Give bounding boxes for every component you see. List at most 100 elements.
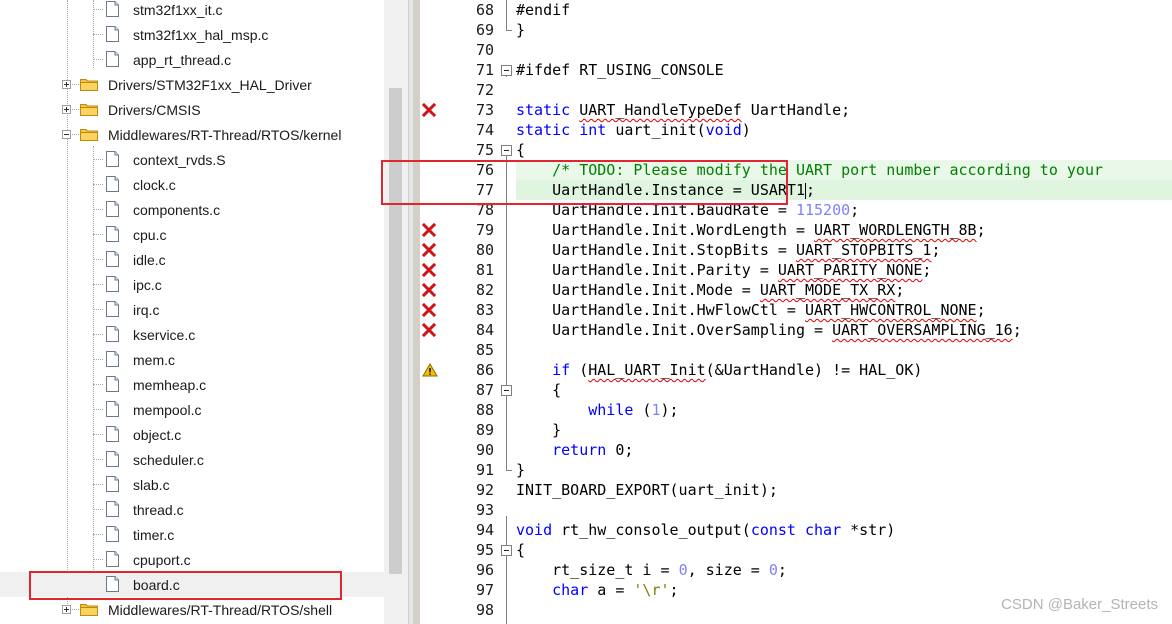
- code-text[interactable]: UartHandle.Init.Parity = UART_PARITY_NON…: [516, 260, 931, 280]
- code-line[interactable]: 75 {: [414, 140, 1172, 160]
- line-number: 80: [475, 241, 494, 259]
- code-text[interactable]: UartHandle.Init.OverSampling = UART_OVER…: [516, 320, 1022, 340]
- code-line[interactable]: 74 static int uart_init(void): [414, 120, 1172, 140]
- code-line[interactable]: 91}: [414, 460, 1172, 480]
- code-text[interactable]: UartHandle.Init.HwFlowCtl = UART_HWCONTR…: [516, 300, 986, 320]
- code-line[interactable]: 73 static UART_HandleTypeDef UartHandle;: [414, 100, 1172, 120]
- code-line[interactable]: 83 UartHandle.Init.HwFlowCtl = UART_HWCO…: [414, 300, 1172, 320]
- fold-toggle-icon[interactable]: [501, 65, 512, 76]
- code-editor[interactable]: 68 #endif 69} 70 71 #ifdef RT_USING_CONSOLE 72…: [414, 0, 1172, 624]
- tree-scrollbar[interactable]: [384, 0, 408, 624]
- tree-file-item[interactable]: context_rvds.S: [0, 147, 384, 172]
- tree-file-item[interactable]: irq.c: [0, 297, 384, 322]
- tree-file-item[interactable]: ipc.c: [0, 272, 384, 297]
- file-icon: [106, 301, 119, 317]
- file-icon: [106, 351, 119, 367]
- code-line[interactable]: 84 UartHandle.Init.OverSampling = UART_O…: [414, 320, 1172, 340]
- line-number: 89: [475, 421, 494, 439]
- code-text[interactable]: static int uart_init(void): [516, 120, 751, 140]
- tree-folder-item[interactable]: Drivers/STM32F1xx_HAL_Driver: [0, 72, 384, 97]
- code-line[interactable]: 69}: [414, 20, 1172, 40]
- code-text[interactable]: static UART_HandleTypeDef UartHandle;: [516, 100, 850, 120]
- code-text[interactable]: }: [516, 420, 561, 440]
- file-icon: [106, 451, 119, 467]
- code-text[interactable]: }: [516, 20, 525, 40]
- tree-file-item[interactable]: stm32f1xx_hal_msp.c: [0, 22, 384, 47]
- tree-folder-item[interactable]: Drivers/CMSIS: [0, 97, 384, 122]
- code-text[interactable]: char a = '\r';: [516, 580, 678, 600]
- code-line[interactable]: 79 UartHandle.Init.WordLength = UART_WOR…: [414, 220, 1172, 240]
- code-text[interactable]: UartHandle.Init.WordLength = UART_WORDLE…: [516, 220, 986, 240]
- code-text[interactable]: }: [516, 460, 525, 480]
- error-icon[interactable]: [422, 103, 436, 117]
- code-line[interactable]: 68 #endif: [414, 0, 1172, 20]
- code-line[interactable]: 80 UartHandle.Init.StopBits = UART_STOPB…: [414, 240, 1172, 260]
- tree-file-item[interactable]: memheap.c: [0, 372, 384, 397]
- code-text[interactable]: rt_size_t i = 0, size = 0;: [516, 560, 787, 580]
- code-text[interactable]: UartHandle.Init.Mode = UART_MODE_TX_RX;: [516, 280, 904, 300]
- tree-file-item[interactable]: cpuport.c: [0, 547, 384, 572]
- code-line[interactable]: 94 void rt_hw_console_output(const char *…: [414, 520, 1172, 540]
- error-icon[interactable]: [422, 303, 436, 317]
- tree-file-item[interactable]: clock.c: [0, 172, 384, 197]
- error-icon[interactable]: [422, 263, 436, 277]
- tree-file-item[interactable]: slab.c: [0, 472, 384, 497]
- tree-file-item[interactable]: scheduler.c: [0, 447, 384, 472]
- line-number: 81: [475, 261, 494, 279]
- tree-file-item[interactable]: app_rt_thread.c: [0, 47, 384, 72]
- tree-file-item[interactable]: timer.c: [0, 522, 384, 547]
- code-line[interactable]: 89 }: [414, 420, 1172, 440]
- code-line[interactable]: 70: [414, 40, 1172, 60]
- code-line[interactable]: 92 INIT_BOARD_EXPORT(uart_init);: [414, 480, 1172, 500]
- file-icon: [106, 501, 119, 517]
- code-text[interactable]: void rt_hw_console_output(const char *st…: [516, 520, 895, 540]
- expand-icon[interactable]: [62, 80, 71, 89]
- error-icon[interactable]: [422, 243, 436, 257]
- collapse-icon[interactable]: [62, 130, 71, 139]
- warning-icon[interactable]: [422, 363, 438, 377]
- code-text[interactable]: #ifdef RT_USING_CONSOLE: [516, 60, 724, 80]
- code-line[interactable]: 88 while (1);: [414, 400, 1172, 420]
- code-text[interactable]: #endif: [516, 0, 570, 20]
- code-text[interactable]: {: [516, 540, 525, 560]
- code-line[interactable]: 93: [414, 500, 1172, 520]
- code-text[interactable]: return 0;: [516, 440, 633, 460]
- tree-file-item[interactable]: object.c: [0, 422, 384, 447]
- fold-toggle-icon[interactable]: [501, 385, 512, 396]
- code-line[interactable]: 96 rt_size_t i = 0, size = 0;: [414, 560, 1172, 580]
- error-icon[interactable]: [422, 283, 436, 297]
- code-line[interactable]: 81 UartHandle.Init.Parity = UART_PARITY_…: [414, 260, 1172, 280]
- tree-file-item[interactable]: mem.c: [0, 347, 384, 372]
- error-icon[interactable]: [422, 223, 436, 237]
- code-line[interactable]: 82 UartHandle.Init.Mode = UART_MODE_TX_R…: [414, 280, 1172, 300]
- expand-icon[interactable]: [62, 605, 71, 614]
- error-icon[interactable]: [422, 323, 436, 337]
- expand-icon[interactable]: [62, 105, 71, 114]
- code-line[interactable]: 85: [414, 340, 1172, 360]
- tree-folder-item[interactable]: Middlewares/RT-Thread/RTOS/shell: [0, 597, 384, 622]
- tree-file-item[interactable]: components.c: [0, 197, 384, 222]
- fold-toggle-icon[interactable]: [501, 145, 512, 156]
- code-text[interactable]: UartHandle.Init.StopBits = UART_STOPBITS…: [516, 240, 940, 260]
- tree-file-item[interactable]: cpu.c: [0, 222, 384, 247]
- tree-folder-item[interactable]: Middlewares/RT-Thread/RTOS/kernel: [0, 122, 384, 147]
- code-text[interactable]: {: [516, 380, 561, 400]
- code-line[interactable]: 95 {: [414, 540, 1172, 560]
- code-line[interactable]: 86 if (HAL_UART_Init(&UartHandle) != HAL…: [414, 360, 1172, 380]
- code-line[interactable]: 87 {: [414, 380, 1172, 400]
- code-text[interactable]: while (1);: [516, 400, 678, 420]
- code-text[interactable]: if (HAL_UART_Init(&UartHandle) != HAL_OK…: [516, 360, 922, 380]
- code-line[interactable]: 72: [414, 80, 1172, 100]
- code-text[interactable]: INIT_BOARD_EXPORT(uart_init);: [516, 480, 778, 500]
- tree-item-label: Middlewares/RT-Thread/RTOS/kernel: [108, 126, 342, 143]
- code-line[interactable]: 90 return 0;: [414, 440, 1172, 460]
- file-icon: [106, 1, 119, 17]
- tree-file-item[interactable]: mempool.c: [0, 397, 384, 422]
- fold-toggle-icon[interactable]: [501, 545, 512, 556]
- tree-file-item[interactable]: thread.c: [0, 497, 384, 522]
- tree-file-item[interactable]: idle.c: [0, 247, 384, 272]
- tree-file-item[interactable]: stm32f1xx_it.c: [0, 0, 384, 22]
- code-text[interactable]: {: [516, 140, 525, 160]
- code-line[interactable]: 71 #ifdef RT_USING_CONSOLE: [414, 60, 1172, 80]
- tree-file-item[interactable]: kservice.c: [0, 322, 384, 347]
